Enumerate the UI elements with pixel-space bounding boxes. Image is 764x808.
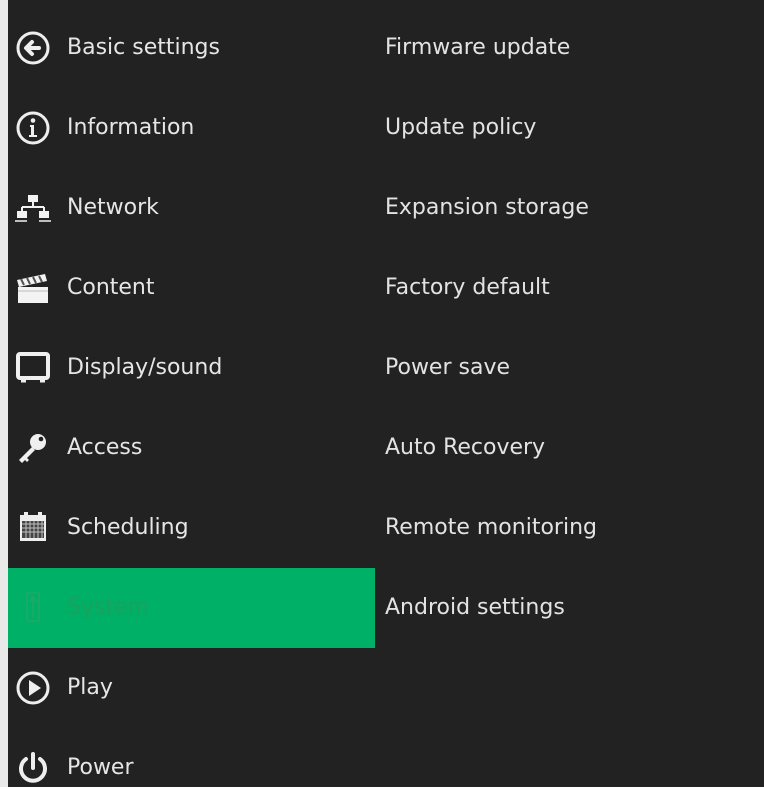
menu-label-basic-settings: Basic settings: [67, 35, 220, 60]
menu-label-network: Network: [67, 195, 159, 220]
power-icon: [9, 750, 57, 786]
submenu-item-remote-monitoring[interactable]: Remote monitoring: [385, 488, 764, 568]
display-icon: [9, 350, 57, 386]
menu-item-network[interactable]: Network: [8, 168, 375, 248]
menu-label-system: System: [67, 595, 150, 620]
network-icon: [9, 190, 57, 226]
menu-label-power: Power: [67, 755, 134, 780]
menu-label-content: Content: [67, 275, 155, 300]
back-arrow-icon: [9, 30, 57, 66]
menu-item-scheduling[interactable]: Scheduling: [8, 488, 375, 568]
system-icon: [9, 590, 57, 626]
menu-item-basic-settings[interactable]: Basic settings: [8, 8, 375, 88]
submenu-item-power-save[interactable]: Power save: [385, 328, 764, 408]
clapperboard-icon: [9, 270, 57, 306]
menu-item-system[interactable]: System: [8, 568, 375, 648]
menu-label-access: Access: [67, 435, 143, 460]
menu-label-play: Play: [67, 675, 113, 700]
menu-label-scheduling: Scheduling: [67, 515, 189, 540]
menu-item-content[interactable]: Content: [8, 248, 375, 328]
submenu-item-update-policy[interactable]: Update policy: [385, 88, 764, 168]
info-icon: [9, 110, 57, 146]
key-icon: [9, 430, 57, 466]
main-settings-menu: Basic settings Information Network Conte…: [8, 8, 375, 808]
menu-item-power[interactable]: Power: [8, 728, 375, 808]
settings-screen: Basic settings Information Network Conte…: [0, 0, 764, 787]
submenu-item-firmware-update[interactable]: Firmware update: [385, 8, 764, 88]
menu-item-information[interactable]: Information: [8, 88, 375, 168]
menu-item-access[interactable]: Access: [8, 408, 375, 488]
submenu-item-factory-default[interactable]: Factory default: [385, 248, 764, 328]
menu-item-play[interactable]: Play: [8, 648, 375, 728]
submenu-item-expansion-storage[interactable]: Expansion storage: [385, 168, 764, 248]
submenu-item-auto-recovery[interactable]: Auto Recovery: [385, 408, 764, 488]
system-submenu: Firmware update Update policy Expansion …: [385, 8, 764, 648]
play-icon: [9, 670, 57, 706]
calendar-icon: [9, 510, 57, 546]
submenu-item-android-settings[interactable]: Android settings: [385, 568, 764, 648]
menu-label-display-sound: Display/sound: [67, 355, 223, 380]
menu-label-information: Information: [67, 115, 195, 140]
menu-item-display-sound[interactable]: Display/sound: [8, 328, 375, 408]
